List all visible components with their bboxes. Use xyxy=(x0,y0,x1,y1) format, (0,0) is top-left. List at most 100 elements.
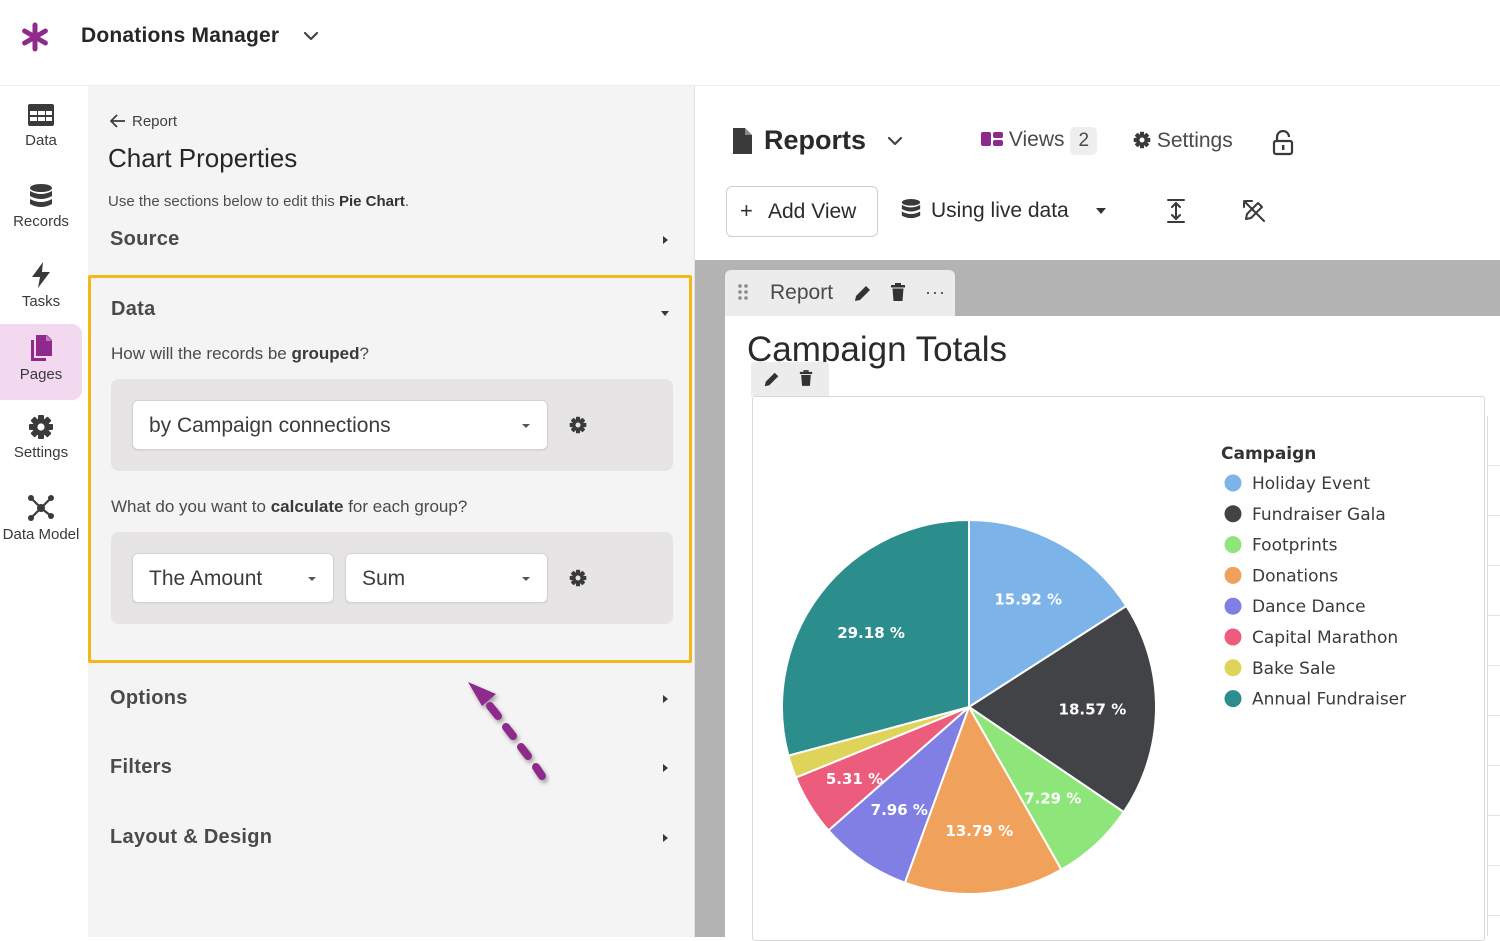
nav-item-records[interactable]: Records xyxy=(0,173,82,249)
legend-swatch[interactable] xyxy=(1224,536,1242,554)
panel-title: Chart Properties xyxy=(108,143,298,173)
legend-item[interactable]: Donations xyxy=(1252,566,1338,586)
pencil-icon[interactable] xyxy=(853,283,873,303)
section-source[interactable]: Source xyxy=(110,228,670,258)
nav-item-settings[interactable]: Settings xyxy=(0,404,82,480)
database-icon xyxy=(30,184,52,207)
section-filters[interactable]: Filters xyxy=(110,756,670,786)
legend-item[interactable]: Footprints xyxy=(1252,536,1338,556)
section-options[interactable]: Options xyxy=(110,687,670,717)
slice-data-label: 18.57 % xyxy=(1059,701,1127,719)
calc-field-select[interactable]: The Amount xyxy=(132,553,334,603)
unlock-icon[interactable] xyxy=(1271,130,1295,156)
nav-item-data[interactable]: Data xyxy=(0,92,82,168)
desc-suffix: . xyxy=(404,193,409,210)
section-data[interactable]: Data xyxy=(111,298,671,328)
table-icon xyxy=(28,104,54,126)
caret-down-icon xyxy=(522,577,530,581)
nav-item-tasks[interactable]: Tasks xyxy=(0,251,82,327)
nav-item-data-model[interactable]: Data Model xyxy=(0,484,82,560)
legend-item[interactable]: Holiday Event xyxy=(1252,474,1370,494)
nav-label: Settings xyxy=(13,444,69,461)
pencil-icon[interactable] xyxy=(763,370,781,388)
lightning-icon xyxy=(32,262,50,288)
settings-label: Settings xyxy=(1156,129,1233,152)
gear-icon xyxy=(29,415,53,439)
gear-icon xyxy=(1133,131,1151,149)
desc-prefix: Use the sections below to edit this xyxy=(108,193,339,210)
section-label: Options xyxy=(110,687,188,709)
select-value: The Amount xyxy=(149,567,263,590)
group-field-group: by Campaign connections xyxy=(111,379,673,471)
question-prefix: What do you want to xyxy=(111,497,271,516)
more-options-icon[interactable]: ··· xyxy=(925,282,946,303)
chevron-down-icon[interactable] xyxy=(300,25,322,47)
legend-swatch[interactable] xyxy=(1224,628,1242,646)
legend-item[interactable]: Bake Sale xyxy=(1252,659,1336,679)
panel-description: Use the sections below to edit this Pie … xyxy=(108,193,409,210)
views-icon xyxy=(981,132,1003,146)
chart-toolbar xyxy=(751,362,829,396)
legend-item[interactable]: Dance Dance xyxy=(1252,597,1366,617)
legend-swatch[interactable] xyxy=(1224,690,1242,708)
views-button[interactable]: Views 2 xyxy=(981,127,1098,157)
desc-bold: Pie Chart xyxy=(338,193,405,210)
nav-label: Records xyxy=(13,213,69,230)
legend-swatch[interactable] xyxy=(1224,505,1242,523)
settings-button[interactable]: Settings xyxy=(1133,129,1233,153)
add-view-button[interactable]: + Add View xyxy=(726,186,878,237)
nav-item-pages[interactable]: Pages xyxy=(0,324,82,400)
top-bar: Donations Manager xyxy=(0,0,1500,86)
gear-icon[interactable] xyxy=(569,569,587,587)
page-title[interactable]: Reports xyxy=(764,125,866,156)
database-icon xyxy=(901,199,921,219)
section-label: Filters xyxy=(110,756,173,778)
back-label: Report xyxy=(132,113,178,130)
plus-icon: + xyxy=(740,198,753,223)
group-question: How will the records be grouped? xyxy=(111,344,369,364)
legend-item[interactable]: Capital Marathon xyxy=(1252,628,1398,648)
report-label: Report xyxy=(770,281,834,304)
app-title[interactable]: Donations Manager xyxy=(81,24,279,48)
report-editor-pane: Reports Views 2 Settings + Add View Using… xyxy=(694,86,1500,941)
trash-icon[interactable] xyxy=(799,369,813,387)
section-label: Data xyxy=(111,298,156,320)
slice-data-label: 7.96 % xyxy=(871,801,928,819)
left-nav: Data Records Tasks Pages Settings Data M… xyxy=(0,86,88,937)
gear-icon[interactable] xyxy=(569,416,587,434)
legend-item[interactable]: Annual Fundraiser xyxy=(1252,690,1406,710)
caret-down-icon[interactable] xyxy=(1095,206,1107,216)
legend-swatch[interactable] xyxy=(1224,474,1242,492)
edit-off-icon[interactable] xyxy=(1241,198,1267,224)
expand-vertical-icon[interactable] xyxy=(1165,198,1187,224)
calculate-field-group: The Amount Sum xyxy=(111,532,673,624)
question-suffix: ? xyxy=(359,344,369,363)
document-icon xyxy=(733,128,752,154)
report-canvas: Report ··· Campaign Totals 15.92 % 18.57 … xyxy=(695,260,1500,941)
add-view-label: Add View xyxy=(768,200,857,223)
drag-handle-icon[interactable] xyxy=(737,283,749,301)
legend-swatch[interactable] xyxy=(1224,659,1242,677)
question-prefix: How will the records be xyxy=(111,344,292,363)
pie-chart-svg: 15.92 % 18.57 % 7.29 % 13.79 % 7.96 % 5.31 % 2… xyxy=(781,444,1406,895)
section-layout-design[interactable]: Layout & Design xyxy=(110,826,670,856)
app-logo-icon[interactable] xyxy=(18,20,52,54)
legend-swatch[interactable] xyxy=(1224,597,1242,615)
legend-item[interactable]: Fundraiser Gala xyxy=(1252,505,1386,525)
legend-swatch[interactable] xyxy=(1224,566,1242,584)
data-model-icon xyxy=(28,495,54,521)
calc-function-select[interactable]: Sum xyxy=(345,553,548,603)
back-link[interactable]: Report xyxy=(109,113,178,130)
question-bold: grouped xyxy=(291,344,360,363)
report-toolbar[interactable]: Report ··· xyxy=(725,270,955,316)
group-by-select[interactable]: by Campaign connections xyxy=(132,400,548,450)
chevron-down-icon[interactable] xyxy=(885,131,905,151)
section-label: Layout & Design xyxy=(110,826,273,848)
nav-label: Tasks xyxy=(21,293,61,310)
section-label: Source xyxy=(110,228,180,250)
pie-chart[interactable]: 15.92 % 18.57 % 7.29 % 13.79 % 7.96 % 5.31 % 2… xyxy=(752,396,1485,941)
views-count-badge: 2 xyxy=(1070,127,1098,155)
live-data-dropdown[interactable]: Using live data xyxy=(901,198,1069,223)
slice-data-label: 29.18 % xyxy=(837,624,905,642)
trash-icon[interactable] xyxy=(890,282,906,302)
